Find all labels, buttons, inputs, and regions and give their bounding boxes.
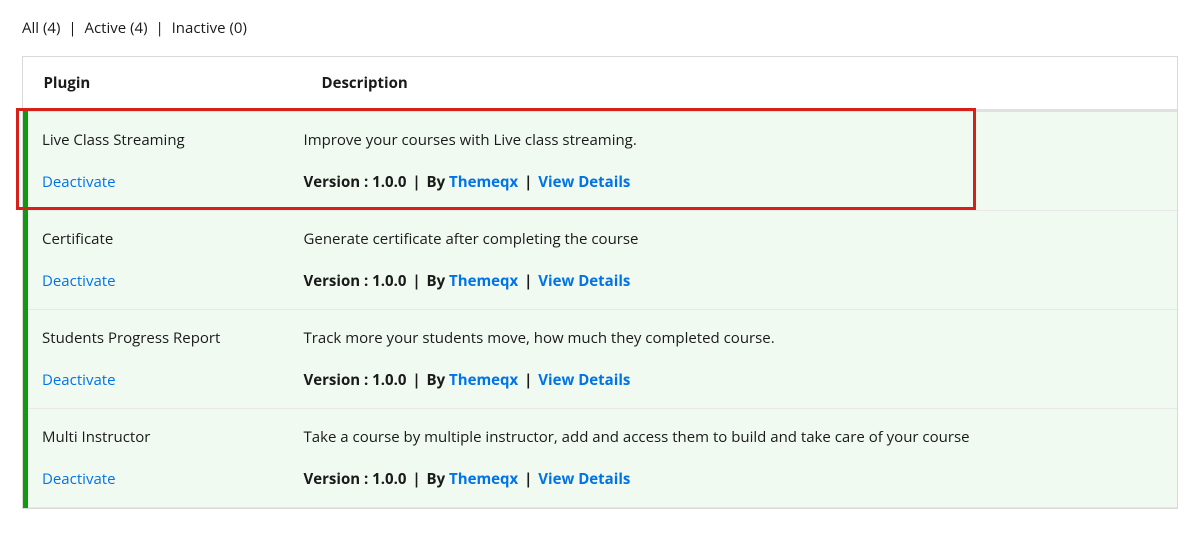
plugin-description: Generate certificate after completing th… — [304, 229, 1160, 249]
divider: | — [155, 18, 163, 38]
filter-all[interactable]: All (4) — [22, 18, 60, 38]
header-description: Description — [304, 57, 1178, 111]
description-cell: Take a course by multiple instructor, ad… — [304, 409, 1178, 508]
plugin-author-link[interactable]: Themeqx — [449, 370, 518, 390]
description-cell: Improve your courses with Live class str… — [304, 111, 1178, 211]
filter-active-label: Active — [84, 18, 126, 38]
plugin-by-label: By — [427, 469, 450, 489]
deactivate-link[interactable]: Deactivate — [42, 271, 116, 291]
plugin-by-label: By — [427, 172, 450, 192]
table-row: Certificate Deactivate Generate certificat… — [26, 211, 1178, 310]
view-details-link[interactable]: View Details — [538, 370, 630, 390]
divider: | — [408, 172, 424, 192]
plugin-cell: Live Class Streaming Deactivate — [26, 111, 304, 211]
plugin-by-label: By — [427, 370, 450, 390]
table-row: Multi Instructor Deactivate Take a course … — [26, 409, 1178, 508]
description-cell: Generate certificate after completing th… — [304, 211, 1178, 310]
plugin-name: Multi Instructor — [42, 427, 292, 447]
divider: | — [520, 271, 536, 291]
plugin-description: Take a course by multiple instructor, ad… — [304, 427, 1160, 447]
plugin-cell: Certificate Deactivate — [26, 211, 304, 310]
filter-inactive-label: Inactive — [172, 18, 226, 38]
filter-all-label: All — [22, 18, 39, 38]
plugin-version: Version : 1.0.0 — [304, 172, 407, 192]
deactivate-link[interactable]: Deactivate — [42, 370, 116, 390]
plugin-version: Version : 1.0.0 — [304, 469, 407, 489]
table-row: Students Progress Report Deactivate Track … — [26, 310, 1178, 409]
view-details-link[interactable]: View Details — [538, 172, 630, 192]
plugin-meta: Version : 1.0.0 | By Themeqx | View Deta… — [304, 370, 1160, 390]
divider: | — [520, 469, 536, 489]
deactivate-link[interactable]: Deactivate — [42, 172, 116, 192]
plugin-version: Version : 1.0.0 — [304, 370, 407, 390]
description-cell: Track more your students move, how much … — [304, 310, 1178, 409]
plugins-table: Plugin Description Live Class Streaming D… — [23, 57, 1177, 508]
filter-all-count: (4) — [43, 18, 60, 38]
plugin-name: Live Class Streaming — [42, 130, 292, 150]
plugin-author-link[interactable]: Themeqx — [449, 172, 518, 192]
header-plugin: Plugin — [26, 57, 304, 111]
table-row: Live Class Streaming Deactivate Improve yo… — [26, 111, 1178, 211]
plugin-cell: Students Progress Report Deactivate — [26, 310, 304, 409]
filter-active-count: (4) — [130, 18, 147, 38]
view-details-link[interactable]: View Details — [538, 469, 630, 489]
divider: | — [68, 18, 76, 38]
plugin-description: Improve your courses with Live class str… — [304, 130, 1160, 150]
divider: | — [408, 370, 424, 390]
plugin-author-link[interactable]: Themeqx — [449, 271, 518, 291]
filter-active[interactable]: Active (4) — [84, 18, 147, 38]
plugin-name: Students Progress Report — [42, 328, 292, 348]
plugins-table-container: Plugin Description Live Class Streaming D… — [22, 56, 1178, 509]
plugin-cell: Multi Instructor Deactivate — [26, 409, 304, 508]
deactivate-link[interactable]: Deactivate — [42, 469, 116, 489]
view-details-link[interactable]: View Details — [538, 271, 630, 291]
filter-bar: All (4) | Active (4) | Inactive (0) — [0, 0, 1200, 46]
plugin-meta: Version : 1.0.0 | By Themeqx | View Deta… — [304, 172, 1160, 192]
filter-inactive-count: (0) — [229, 18, 246, 38]
divider: | — [520, 370, 536, 390]
filter-inactive[interactable]: Inactive (0) — [172, 18, 247, 38]
plugin-description: Track more your students move, how much … — [304, 328, 1160, 348]
plugin-author-link[interactable]: Themeqx — [449, 469, 518, 489]
plugin-meta: Version : 1.0.0 | By Themeqx | View Deta… — [304, 469, 1160, 489]
plugin-by-label: By — [427, 271, 450, 291]
plugin-name: Certificate — [42, 229, 292, 249]
divider: | — [520, 172, 536, 192]
divider: | — [408, 271, 424, 291]
plugin-meta: Version : 1.0.0 | By Themeqx | View Deta… — [304, 271, 1160, 291]
divider: | — [408, 469, 424, 489]
plugin-version: Version : 1.0.0 — [304, 271, 407, 291]
